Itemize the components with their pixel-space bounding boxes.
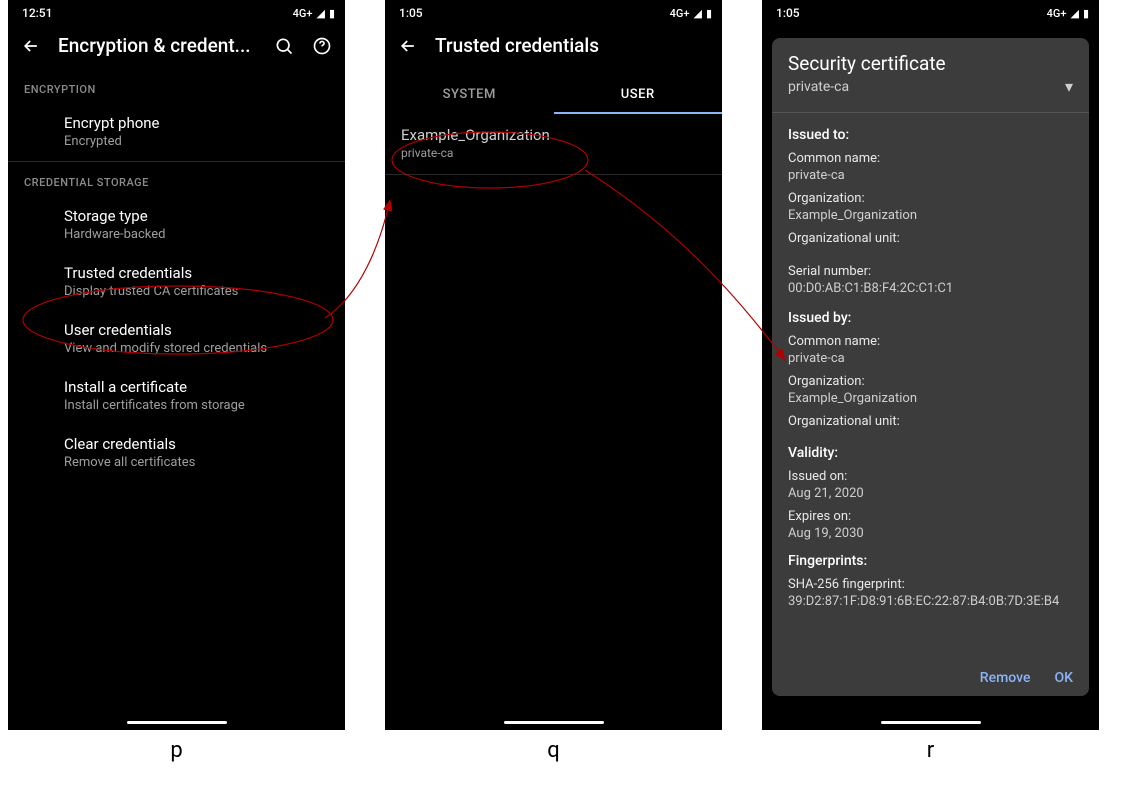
field-value: Example_Organization	[788, 208, 1073, 223]
status-icons: 4G+ ◢ ▮	[1047, 7, 1089, 20]
item-label: Encrypt phone	[64, 114, 329, 132]
network-indicator: 4G+	[1047, 7, 1067, 20]
tabs: SYSTEM USER	[385, 75, 722, 114]
field-value: private-ca	[788, 168, 1073, 183]
item-sublabel: Display trusted CA certificates	[64, 284, 329, 299]
section-credential-storage: CREDENTIAL STORAGE	[8, 162, 345, 197]
battery-icon: ▮	[706, 7, 712, 20]
field-label: Expires on:	[788, 509, 1073, 524]
screen-encryption-credentials: 12:51 4G+ ◢ ▮ Encryption & credent... EN…	[8, 0, 345, 730]
item-sublabel: Encrypted	[64, 134, 329, 149]
field-label: Serial number:	[788, 264, 1073, 279]
screen-certificate-dialog: 1:05 4G+ ◢ ▮ E p Security certificate pr…	[762, 0, 1099, 730]
status-time: 12:51	[22, 6, 52, 20]
field-label: Organization:	[788, 191, 1073, 206]
caption-p: p	[8, 738, 345, 763]
app-bar: Encryption & credent...	[8, 24, 345, 69]
issued-to-header: Issued to:	[788, 127, 1073, 143]
field-value: private-ca	[788, 351, 1073, 366]
item-clear-credentials[interactable]: Clear credentials Remove all certificate…	[8, 425, 345, 482]
back-icon[interactable]	[397, 35, 419, 57]
item-label: Clear credentials	[64, 435, 329, 453]
field-value: Aug 19, 2030	[788, 526, 1073, 541]
field-value: 39:D2:87:1F:D8:91:6B:EC:22:87:B4:0B:7D:3…	[788, 594, 1073, 609]
dialog-subtitle: private-ca	[788, 79, 849, 95]
item-label: Trusted credentials	[64, 264, 329, 282]
status-time: 1:05	[399, 6, 423, 20]
item-trusted-credentials[interactable]: Trusted credentials Display trusted CA c…	[8, 254, 345, 311]
expand-icon[interactable]: ▾	[1065, 77, 1073, 96]
app-bar: Trusted credentials	[385, 24, 722, 69]
item-sublabel: Hardware-backed	[64, 227, 329, 242]
caption-q: q	[385, 738, 722, 763]
item-user-credentials[interactable]: User credentials View and modify stored …	[8, 311, 345, 368]
issued-by-header: Issued by:	[788, 310, 1073, 326]
credential-org: Example_Organization	[401, 126, 706, 144]
status-time: 1:05	[776, 6, 800, 20]
certificate-dialog: Security certificate private-ca ▾ Issued…	[772, 38, 1089, 696]
item-sublabel: Install certificates from storage	[64, 398, 329, 413]
section-encryption: ENCRYPTION	[8, 69, 345, 104]
item-storage-type[interactable]: Storage type Hardware-backed	[8, 197, 345, 254]
item-label: Storage type	[64, 207, 329, 225]
battery-icon: ▮	[1083, 7, 1089, 20]
gesture-nav-bar[interactable]	[8, 721, 345, 724]
credential-item[interactable]: Example_Organization private-ca	[385, 114, 722, 175]
status-bar: 1:05 4G+ ◢ ▮	[385, 0, 722, 24]
status-icons: 4G+ ◢ ▮	[670, 7, 712, 20]
validity-header: Validity:	[788, 445, 1073, 461]
item-sublabel: View and modify stored credentials	[64, 341, 329, 356]
help-icon[interactable]	[311, 35, 333, 57]
field-label: SHA-256 fingerprint:	[788, 577, 1073, 592]
field-label: Organizational unit:	[788, 231, 1073, 246]
remove-button[interactable]: Remove	[980, 670, 1031, 686]
gesture-nav-bar[interactable]	[762, 721, 1099, 724]
network-indicator: 4G+	[670, 7, 690, 20]
tab-system[interactable]: SYSTEM	[385, 75, 554, 114]
fingerprints-header: Fingerprints:	[788, 553, 1073, 569]
field-label: Common name:	[788, 334, 1073, 349]
field-label: Organizational unit:	[788, 414, 1073, 429]
status-icons: 4G+ ◢ ▮	[293, 7, 335, 20]
back-icon[interactable]	[20, 35, 42, 57]
screen-trusted-credentials: 1:05 4G+ ◢ ▮ Trusted credentials SYSTEM …	[385, 0, 722, 730]
item-label: Install a certificate	[64, 378, 329, 396]
field-label: Common name:	[788, 151, 1073, 166]
signal-icon: ◢	[316, 7, 324, 20]
item-encrypt-phone[interactable]: Encrypt phone Encrypted	[8, 104, 345, 161]
tab-user[interactable]: USER	[554, 75, 723, 114]
dialog-actions: Remove OK	[788, 660, 1073, 686]
status-bar: 12:51 4G+ ◢ ▮	[8, 0, 345, 24]
status-bar: 1:05 4G+ ◢ ▮	[762, 0, 1099, 24]
field-value: Example_Organization	[788, 391, 1073, 406]
page-title: Encryption & credent...	[58, 34, 257, 57]
dialog-title: Security certificate	[788, 52, 1073, 75]
page-title: Trusted credentials	[435, 34, 710, 57]
field-value: Aug 21, 2020	[788, 486, 1073, 501]
battery-icon: ▮	[329, 7, 335, 20]
caption-r: r	[762, 738, 1099, 763]
item-label: User credentials	[64, 321, 329, 339]
item-install-certificate[interactable]: Install a certificate Install certificat…	[8, 368, 345, 425]
item-sublabel: Remove all certificates	[64, 455, 329, 470]
network-indicator: 4G+	[293, 7, 313, 20]
field-label: Issued on:	[788, 469, 1073, 484]
credential-name: private-ca	[401, 146, 706, 160]
field-value: 00:D0:AB:C1:B8:F4:2C:C1:C1	[788, 281, 1073, 296]
gesture-nav-bar[interactable]	[385, 721, 722, 724]
ok-button[interactable]: OK	[1055, 670, 1074, 686]
signal-icon: ◢	[1070, 7, 1078, 20]
search-icon[interactable]	[273, 35, 295, 57]
signal-icon: ◢	[693, 7, 701, 20]
field-label: Organization:	[788, 374, 1073, 389]
